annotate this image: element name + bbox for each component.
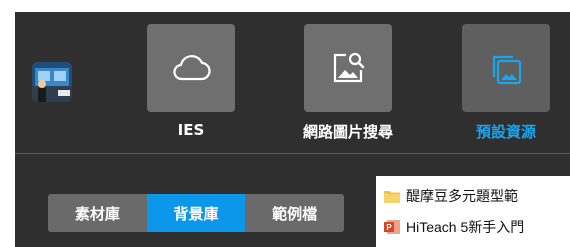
top-edge [0, 0, 570, 12]
image-search-icon [328, 48, 368, 88]
tab-background-library[interactable]: 背景庫 [146, 194, 246, 232]
file-item[interactable]: 醍摩豆多元題型範 [384, 185, 518, 207]
pptx-file-icon: P [384, 220, 400, 234]
left-edge [0, 0, 15, 247]
image-search-tile[interactable] [304, 24, 392, 112]
library-segmented-control[interactable]: 素材庫 背景庫 範例檔 [48, 194, 344, 232]
folder-icon [384, 189, 400, 203]
file-list-panel: 醍摩豆多元題型範 P HiTeach 5新手入門 [376, 176, 570, 247]
cloud-icon [171, 53, 211, 83]
section-divider [15, 153, 570, 154]
image-search-label[interactable]: 網路圖片搜尋 [279, 121, 417, 142]
file-name: 醍摩豆多元題型範 [406, 188, 518, 204]
default-resources-label[interactable]: 預設資源 [451, 121, 561, 142]
tab-material-library[interactable]: 素材庫 [48, 194, 147, 232]
file-item[interactable]: P HiTeach 5新手入門 [384, 216, 524, 238]
ies-label[interactable]: IES [147, 121, 235, 139]
svg-text:P: P [386, 223, 392, 232]
default-resources-tile[interactable] [462, 24, 550, 112]
ies-tile[interactable] [147, 24, 235, 112]
classroom-thumbnail[interactable] [32, 62, 72, 102]
file-name: HiTeach 5新手入門 [406, 219, 525, 235]
default-resources-icon [485, 48, 527, 88]
tab-example-files[interactable]: 範例檔 [245, 194, 344, 232]
